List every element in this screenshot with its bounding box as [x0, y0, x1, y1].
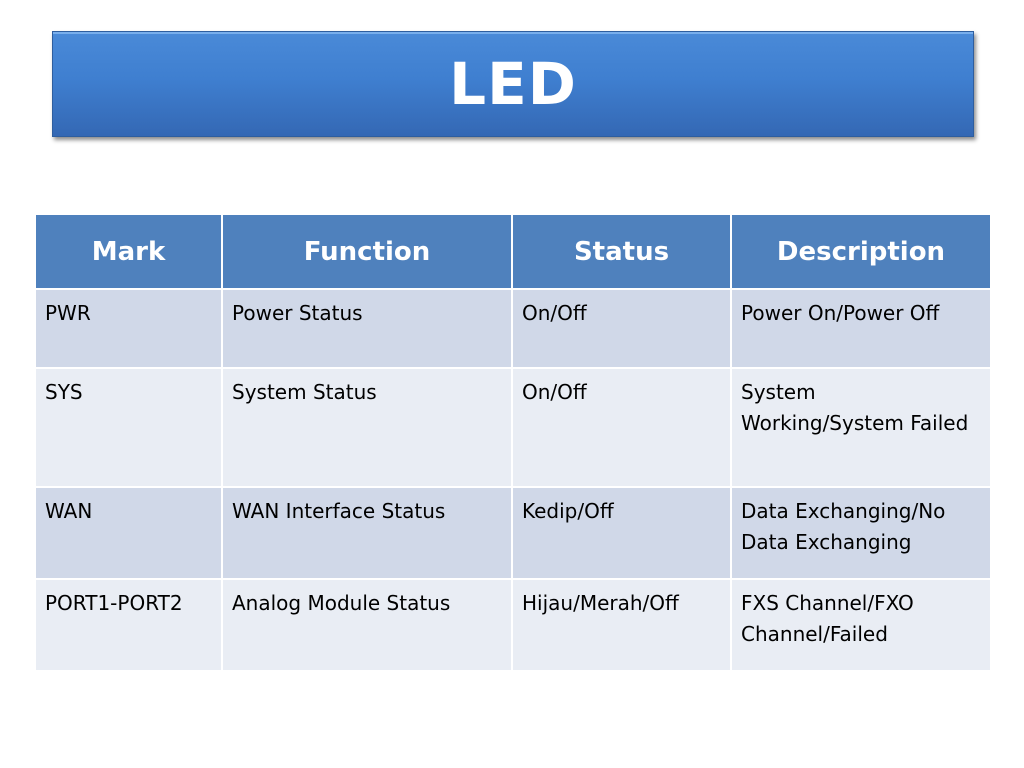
cell-description: System Working/System Failed	[730, 367, 992, 488]
cell-mark: PWR	[34, 288, 223, 369]
header-description: Description	[730, 213, 992, 290]
cell-mark: WAN	[34, 486, 223, 580]
cell-description: FXS Channel/FXO Channel/Failed	[730, 578, 992, 672]
cell-description: Data Exchanging/No Data Exchanging	[730, 486, 992, 580]
cell-function: WAN Interface Status	[221, 486, 513, 580]
table-header-row: Mark Function Status Description	[34, 213, 992, 290]
header-mark: Mark	[34, 213, 223, 290]
cell-mark: SYS	[34, 367, 223, 488]
slide-title: LED	[449, 50, 577, 118]
cell-mark: PORT1-PORT2	[34, 578, 223, 672]
cell-status: Kedip/Off	[511, 486, 732, 580]
cell-status: On/Off	[511, 288, 732, 369]
cell-function: Analog Module Status	[221, 578, 513, 672]
cell-function: System Status	[221, 367, 513, 488]
header-function: Function	[221, 213, 513, 290]
header-status: Status	[511, 213, 732, 290]
cell-status: Hijau/Merah/Off	[511, 578, 732, 672]
cell-description: Power On/Power Off	[730, 288, 992, 369]
table-row: PORT1-PORT2 Analog Module Status Hijau/M…	[34, 578, 992, 672]
table-row: SYS System Status On/Off System Working/…	[34, 367, 992, 488]
slide-title-banner: LED	[52, 31, 974, 137]
cell-function: Power Status	[221, 288, 513, 369]
led-table: Mark Function Status Description PWR Pow…	[34, 213, 992, 672]
cell-status: On/Off	[511, 367, 732, 488]
table-row: WAN WAN Interface Status Kedip/Off Data …	[34, 486, 992, 580]
table-row: PWR Power Status On/Off Power On/Power O…	[34, 288, 992, 369]
